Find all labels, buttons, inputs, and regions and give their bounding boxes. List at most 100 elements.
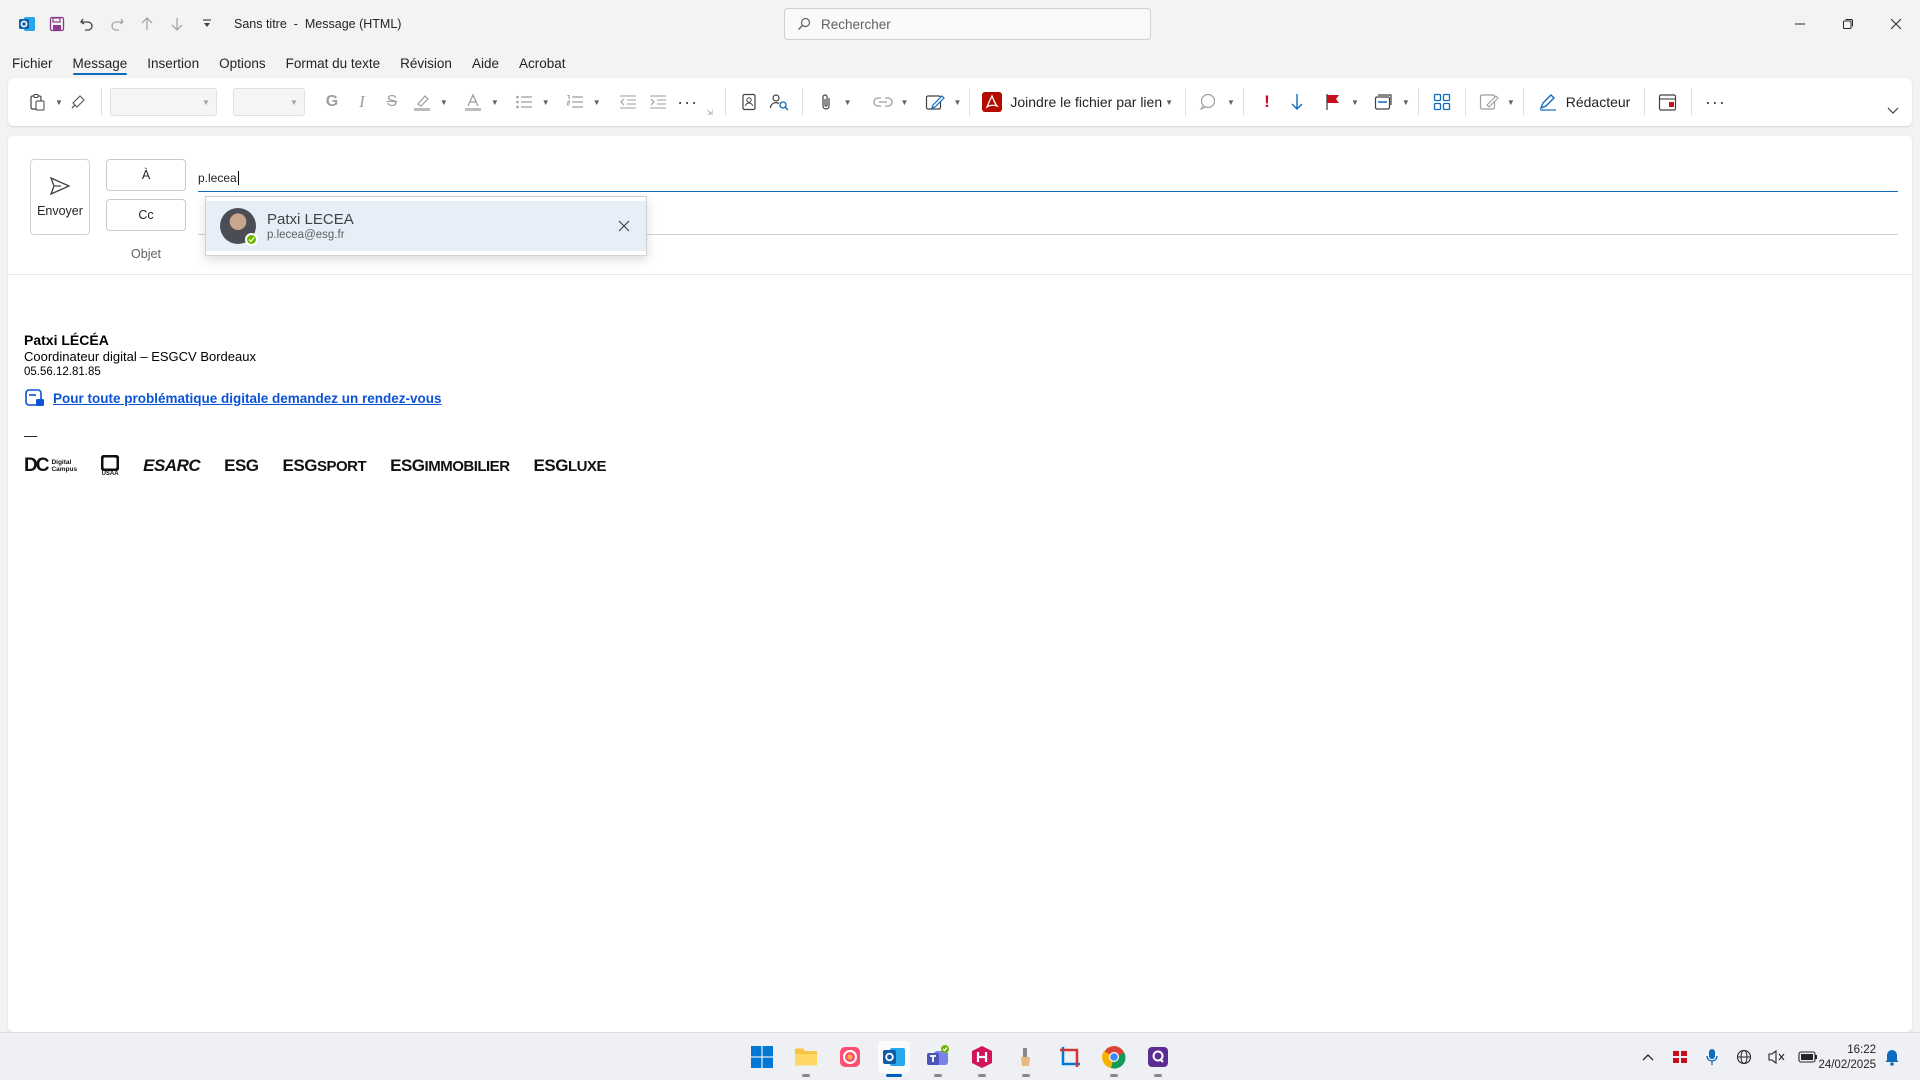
numbering-button[interactable] — [560, 87, 590, 117]
address-book-button[interactable] — [734, 87, 764, 117]
tag-button[interactable] — [1369, 87, 1399, 117]
font-color-icon — [464, 93, 481, 111]
dropbox-tray-icon[interactable] — [1664, 1049, 1696, 1065]
taskbar-teams[interactable] — [922, 1041, 954, 1077]
taskbar-creative-app[interactable] — [834, 1041, 866, 1073]
sensitivity-button[interactable] — [1474, 87, 1504, 117]
taskbar-snipping-tool[interactable] — [1054, 1041, 1086, 1073]
link-chevron-icon[interactable]: ▼ — [898, 87, 909, 117]
numbering-chevron-icon[interactable]: ▼ — [590, 87, 601, 117]
font-size-select[interactable]: ▼ — [232, 88, 305, 116]
italic-button[interactable]: I — [347, 87, 377, 117]
outlook-app-icon — [12, 9, 42, 39]
customize-toolbar-icon[interactable] — [192, 9, 222, 39]
font-family-select[interactable]: ▼ — [109, 88, 217, 116]
appointment-link[interactable]: Pour toute problématique digitale demand… — [53, 391, 442, 406]
font-color-chevron-icon[interactable]: ▼ — [488, 87, 499, 117]
tab-fichier[interactable]: Fichier — [12, 52, 53, 75]
taskbar-outlook[interactable] — [878, 1041, 910, 1077]
decrease-indent-button[interactable] — [613, 87, 643, 117]
tab-aide[interactable]: Aide — [472, 52, 499, 75]
ribbon-divider — [1691, 88, 1693, 116]
taskbar-chrome[interactable] — [1098, 1041, 1130, 1077]
clock-time: 16:22 — [1847, 1044, 1876, 1056]
more-commands-button[interactable]: ··· — [1700, 87, 1730, 117]
attach-file-by-link-button[interactable]: Joindre le fichier par lien ▼ — [978, 87, 1177, 117]
chevron-up-icon — [1642, 1054, 1654, 1061]
undo-icon[interactable] — [72, 9, 102, 39]
document-name: Sans titre — [234, 17, 287, 31]
previous-item-icon[interactable] — [132, 9, 162, 39]
microphone-tray-icon[interactable] — [1696, 1048, 1728, 1066]
strikethrough-button[interactable]: S — [377, 87, 407, 117]
address-book-icon — [742, 93, 756, 111]
tab-insertion[interactable]: Insertion — [147, 52, 199, 75]
attach-file-button[interactable] — [811, 87, 841, 117]
redo-icon[interactable] — [102, 9, 132, 39]
subject-label[interactable]: Objet — [106, 247, 186, 261]
arrow-down-icon — [1291, 94, 1303, 110]
tag-chevron-icon[interactable]: ▼ — [1399, 87, 1410, 117]
increase-indent-button[interactable] — [643, 87, 673, 117]
send-button[interactable]: Envoyer — [30, 159, 90, 235]
taskbar-screen-app[interactable] — [1142, 1041, 1174, 1077]
cc-button[interactable]: Cc — [106, 199, 186, 231]
network-tray-icon[interactable] — [1728, 1049, 1760, 1065]
link-button[interactable] — [868, 87, 898, 117]
bullets-chevron-icon[interactable]: ▼ — [539, 87, 550, 117]
to-field[interactable]: p.lecea — [198, 164, 1898, 192]
tab-options[interactable]: Options — [219, 52, 266, 75]
highlight-button[interactable] — [407, 87, 437, 117]
scheduling-poll-button[interactable] — [1653, 87, 1683, 117]
taskbar-file-explorer[interactable] — [790, 1041, 822, 1077]
editor-button[interactable]: Rédacteur — [1532, 87, 1637, 117]
follow-up-flag-button[interactable] — [1318, 87, 1348, 117]
close-window-button[interactable] — [1872, 0, 1920, 48]
tab-revision[interactable]: Révision — [400, 52, 452, 75]
to-button[interactable]: À — [106, 159, 186, 191]
paste-button[interactable] — [22, 87, 52, 117]
next-item-icon[interactable] — [162, 9, 192, 39]
clock[interactable]: 16:22 24/02/2025 — [1818, 1043, 1876, 1073]
suggestion-item[interactable]: Patxi LECEA p.lecea@esg.fr — [206, 201, 646, 251]
attach-chevron-icon[interactable]: ▼ — [841, 87, 852, 117]
start-button[interactable] — [746, 1041, 778, 1073]
search-box[interactable]: Rechercher — [784, 8, 1151, 40]
bold-button[interactable]: G — [317, 87, 347, 117]
usaa-logo: USAA — [101, 455, 120, 477]
volume-tray-icon[interactable] — [1760, 1049, 1792, 1065]
expand-ribbon-button[interactable] — [1878, 96, 1908, 126]
check-names-button[interactable] — [764, 87, 794, 117]
highlight-chevron-icon[interactable]: ▼ — [437, 87, 448, 117]
tab-format-du-texte[interactable]: Format du texte — [286, 52, 381, 75]
sensitivity-chevron-icon[interactable]: ▼ — [1504, 87, 1515, 117]
show-hidden-icons-button[interactable] — [1632, 1053, 1664, 1061]
taskbar-h-app[interactable] — [966, 1041, 998, 1077]
taskbar-pen-app[interactable] — [1010, 1041, 1042, 1077]
apps-button[interactable] — [1427, 87, 1457, 117]
font-color-button[interactable] — [458, 87, 488, 117]
save-icon[interactable] — [42, 9, 72, 39]
tab-acrobat[interactable]: Acrobat — [519, 52, 566, 75]
dialog-launcher-icon[interactable]: ⇲ — [703, 87, 717, 117]
high-importance-button[interactable]: ! — [1252, 87, 1282, 117]
tab-message[interactable]: Message — [72, 52, 127, 75]
restore-button[interactable] — [1824, 0, 1872, 48]
comment-button[interactable] — [1194, 87, 1224, 117]
remove-suggestion-button[interactable] — [614, 216, 634, 236]
paste-dropdown-chevron-icon[interactable]: ▼ — [52, 87, 63, 117]
more-formatting-button[interactable]: ··· — [673, 87, 703, 117]
notifications-button[interactable] — [1876, 1048, 1908, 1066]
low-importance-button[interactable] — [1282, 87, 1312, 117]
signature-chevron-icon[interactable]: ▼ — [950, 87, 961, 117]
flag-chevron-icon[interactable]: ▼ — [1348, 87, 1359, 117]
email-signature: Patxi LÉCÉA Coordinateur digital – ESGCV… — [24, 332, 606, 477]
minimize-button[interactable] — [1776, 0, 1824, 48]
comment-chevron-icon[interactable]: ▼ — [1224, 87, 1235, 117]
format-painter-button[interactable] — [63, 87, 93, 117]
bullets-button[interactable] — [509, 87, 539, 117]
signature-button[interactable] — [920, 87, 950, 117]
title-bar: Sans titre - Message (HTML) Rechercher — [0, 0, 1920, 48]
esg-sport-prefix: ESG — [282, 456, 318, 475]
dc-logo-mark: DC — [24, 455, 49, 476]
